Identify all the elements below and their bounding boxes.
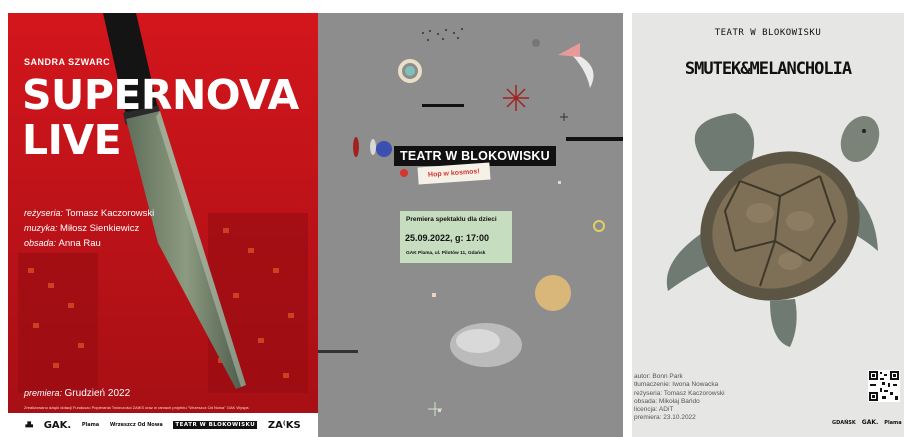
credit-premiere: premiera: 23.10.2022 (634, 414, 696, 422)
gak-logo: GAK. (43, 419, 72, 431)
credit-value: Anna Rau (58, 238, 101, 249)
qr-code-icon (868, 370, 900, 402)
premiere-value: Grudzień 2022 (64, 388, 131, 399)
credit-label: obsada: (24, 238, 57, 248)
gak-logo: GAK. (861, 419, 879, 426)
event-venue: GAK Plama, ul. Pilotów 11, Gdańsk (406, 251, 486, 256)
poster-hop-w-kosmos: TEATR W BLOKOWISKU Hop w kosmos! Premier… (318, 13, 623, 437)
event-type: Premiera spektaklu dla dzieci (406, 216, 497, 223)
sponsor-logos: ▟▙ GAK. Plama Wrzeszcz Od Nowa TEATR W B… (8, 413, 318, 437)
credit-license: licencja: ADiT (634, 406, 674, 414)
plama-logo: Plama (884, 419, 902, 426)
author-name: SANDRA SZWARC (24, 57, 111, 67)
credit-value: Miłosz Sienkiewicz (60, 223, 140, 234)
gdansk-logo: ▟▙ (25, 422, 34, 428)
event-info-box: Premiera spektaklu dla dzieci 25.09.2022… (400, 211, 512, 263)
credit-label: reżyseria: (24, 208, 64, 218)
teatr-logo: TEATR W BLOKOWISKU (173, 421, 258, 429)
poster-title: SMUTEK&MELANCHOLIA (684, 59, 852, 79)
theatre-name: TEATR W BLOKOWISKU (714, 28, 822, 38)
premiere-label: premiera: (24, 388, 63, 398)
credit-cast: obsada: Mikołaj Bańdo (634, 397, 700, 405)
turtle-illustration (666, 113, 880, 347)
credit-music: muzyka: Miłosz Sienkiewicz (24, 221, 154, 236)
credit-value: Tomasz Kaczorowski (65, 208, 155, 219)
credits-list: autor: Bonn Park tłumaczenie: Iwona Nowa… (634, 373, 725, 423)
funding-note: Zrealizowano dzięki dotacji Funduszu Pop… (24, 405, 250, 410)
poster-smutek-melancholia: TEATR W BLOKOWISKU SMUTEK&MELANCHOLIA au… (632, 13, 904, 437)
credit-author: autor: Bonn Park (634, 373, 683, 380)
credits-list: reżyseria: Tomasz Kaczorowski muzyka: Mi… (24, 206, 154, 251)
premiere-date: premiera: Grudzień 2022 (24, 388, 130, 399)
gdansk-logo: GDAŃSK (832, 419, 856, 426)
sponsor-logos: GDAŃSK GAK. Plama (832, 419, 902, 426)
zaiks-logo: ZA⁽KS (267, 419, 301, 431)
credit-director: reżyseria: Tomasz Kaczorowski (634, 389, 725, 397)
title-line-1: SUPERNOVA (22, 71, 299, 119)
event-datetime: 25.09.2022, g: 17:00 (405, 233, 490, 243)
poster-title: SUPERNOVA LIVE (22, 73, 299, 163)
credit-cast: obsada: Anna Rau (24, 236, 154, 251)
credit-translation: tłumaczenie: Iwona Nowacka (634, 381, 719, 389)
title-line-2: LIVE (22, 116, 122, 164)
wrzeszcz-logo: Wrzeszcz Od Nowa (109, 422, 163, 428)
credit-director: reżyseria: Tomasz Kaczorowski (24, 206, 154, 221)
plama-logo: Plama (81, 422, 100, 428)
credit-label: muzyka: (24, 223, 58, 233)
poster-supernova-live: SANDRA SZWARC SUPERNOVA LIVE reżyseria: … (8, 13, 318, 437)
